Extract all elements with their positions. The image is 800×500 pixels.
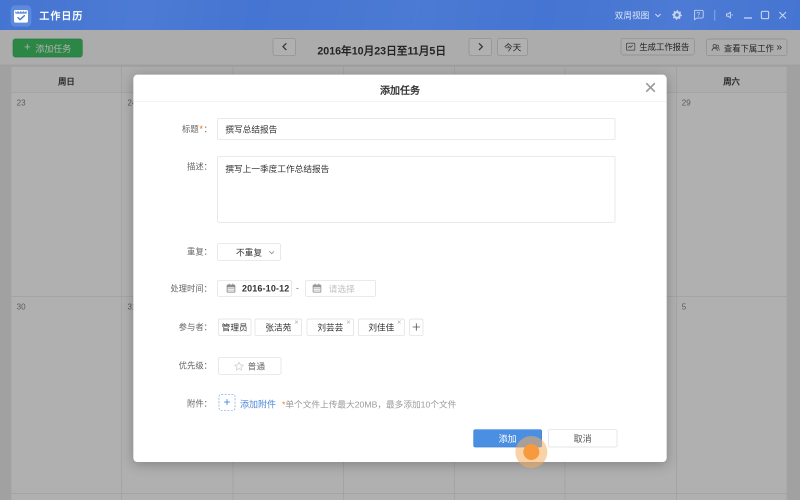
svg-text:?: ? <box>696 12 700 19</box>
